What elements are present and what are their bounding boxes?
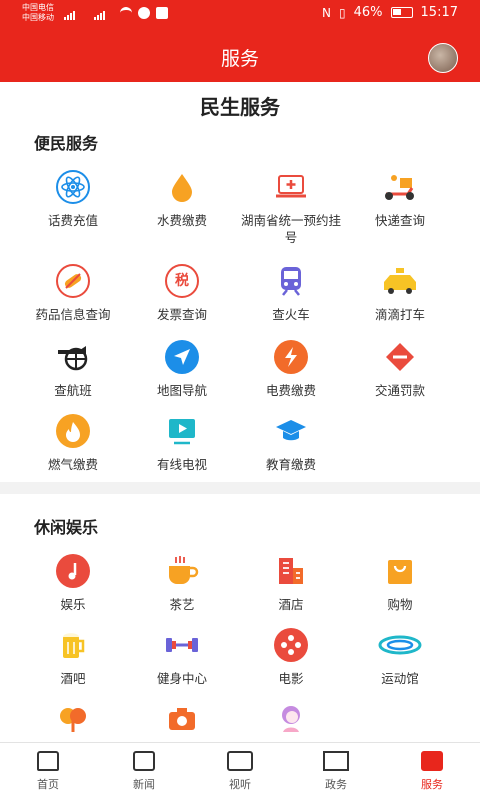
- notification-icon: [138, 7, 150, 19]
- tv-play-icon: [165, 414, 199, 448]
- section-divider: [0, 482, 480, 494]
- government-building-icon: [323, 751, 349, 771]
- beer-mug-icon: [56, 628, 90, 662]
- water-drop-icon: [165, 170, 199, 204]
- section-title-leisure: 休闲娱乐: [34, 518, 99, 537]
- service-item[interactable]: 地图导航: [127, 340, 237, 399]
- header-title: 服务: [220, 48, 259, 70]
- nav-video[interactable]: 视听: [192, 743, 288, 800]
- stadium-icon: [378, 628, 422, 662]
- service-item[interactable]: 税 发票查询: [127, 264, 237, 323]
- service-icon: [421, 751, 443, 771]
- service-item[interactable]: 交通罚款: [345, 340, 455, 399]
- service-item[interactable]: 燃气缴费: [18, 414, 128, 473]
- leisure-item[interactable]: [236, 702, 346, 742]
- tree-icon: [56, 702, 90, 736]
- leisure-item[interactable]: 娱乐: [18, 554, 128, 613]
- delivery-scooter-icon: [383, 170, 417, 204]
- service-item[interactable]: 电费缴费: [236, 340, 346, 399]
- service-item[interactable]: 湖南省统一预约挂号: [236, 170, 346, 246]
- signal-icon: [94, 8, 105, 20]
- home-icon: [37, 751, 59, 771]
- camera-icon: [165, 702, 199, 736]
- page-heading: 民生服务: [200, 95, 280, 119]
- wifi-icon: [120, 7, 132, 19]
- leisure-item[interactable]: 茶艺: [127, 554, 237, 613]
- nfc-icon: N: [322, 5, 332, 20]
- service-item[interactable]: 快递查询: [345, 170, 455, 229]
- battery-icon: [390, 7, 413, 18]
- leisure-item[interactable]: 健身中心: [127, 628, 237, 687]
- avatar[interactable]: [428, 43, 458, 73]
- service-item[interactable]: 药品信息查询: [18, 264, 128, 323]
- nav-home[interactable]: 首页: [0, 743, 96, 800]
- carrier-1: 中国电信: [22, 3, 54, 12]
- bottom-nav: 首页 新闻 视听 政务 服务: [0, 742, 480, 800]
- tea-cup-icon: [165, 554, 199, 588]
- leisure-item[interactable]: 酒吧: [18, 628, 128, 687]
- video-camera-icon: [227, 751, 253, 771]
- music-note-icon: [56, 554, 90, 588]
- service-page: 中国电信 中国移动 N ▯ 46% 15:17 服务 民生服务 便民服务 话费充…: [0, 0, 480, 800]
- graduation-cap-icon: [274, 414, 308, 448]
- service-item[interactable]: 滴滴打车: [345, 264, 455, 323]
- shopping-bag-icon: [383, 554, 417, 588]
- lightning-icon: [274, 340, 308, 374]
- leisure-item[interactable]: 酒店: [236, 554, 346, 613]
- carrier-info: 中国电信 中国移动: [22, 3, 54, 23]
- top-bar: 中国电信 中国移动 N ▯ 46% 15:17 服务: [0, 0, 480, 82]
- invoice-seal-icon: 税: [165, 264, 199, 298]
- nav-service[interactable]: 服务: [384, 743, 480, 800]
- service-item[interactable]: 查火车: [236, 264, 346, 323]
- service-item[interactable]: 查航班: [18, 340, 128, 399]
- service-item[interactable]: 水费缴费: [127, 170, 237, 229]
- battery-percent: 46%: [353, 5, 383, 20]
- nav-government[interactable]: 政务: [288, 743, 384, 800]
- service-item[interactable]: 话费充值: [18, 170, 128, 229]
- leisure-item[interactable]: [18, 702, 128, 742]
- nav-news[interactable]: 新闻: [96, 743, 192, 800]
- hotel-building-icon: [274, 554, 308, 588]
- clock: 15:17: [420, 5, 458, 20]
- airplane-icon: [56, 340, 90, 374]
- service-item[interactable]: 有线电视: [127, 414, 237, 473]
- pill-icon: [56, 264, 90, 298]
- main-content: 民生服务 便民服务 话费充值 水费缴费 湖南省统一预约挂号 快递查询 药品信息查…: [0, 82, 480, 742]
- no-entry-icon: [383, 340, 417, 374]
- leisure-item[interactable]: 电影: [236, 628, 346, 687]
- film-reel-icon: [274, 628, 308, 662]
- taxi-icon: [383, 264, 417, 298]
- medical-laptop-icon: [274, 170, 308, 204]
- navigation-arrow-icon: [165, 340, 199, 374]
- vibrate-icon: ▯: [339, 5, 346, 20]
- dumbbell-icon: [165, 628, 199, 662]
- status-right: N ▯ 46% 15:17: [322, 5, 458, 20]
- beauty-woman-icon: [274, 702, 308, 736]
- atom-icon: [56, 170, 90, 204]
- leisure-item[interactable]: 运动馆: [345, 628, 455, 687]
- message-icon: [156, 7, 168, 19]
- flame-icon: [56, 414, 90, 448]
- service-item[interactable]: 教育缴费: [236, 414, 346, 473]
- train-icon: [274, 264, 308, 298]
- leisure-item[interactable]: [127, 702, 237, 742]
- leisure-item[interactable]: 购物: [345, 554, 455, 613]
- news-icon: [133, 751, 155, 771]
- section-title-convenience: 便民服务: [34, 134, 99, 153]
- carrier-2: 中国移动: [22, 13, 54, 22]
- status-bar: 中国电信 中国移动 N ▯ 46% 15:17: [0, 0, 480, 30]
- signal-icon: [64, 8, 75, 20]
